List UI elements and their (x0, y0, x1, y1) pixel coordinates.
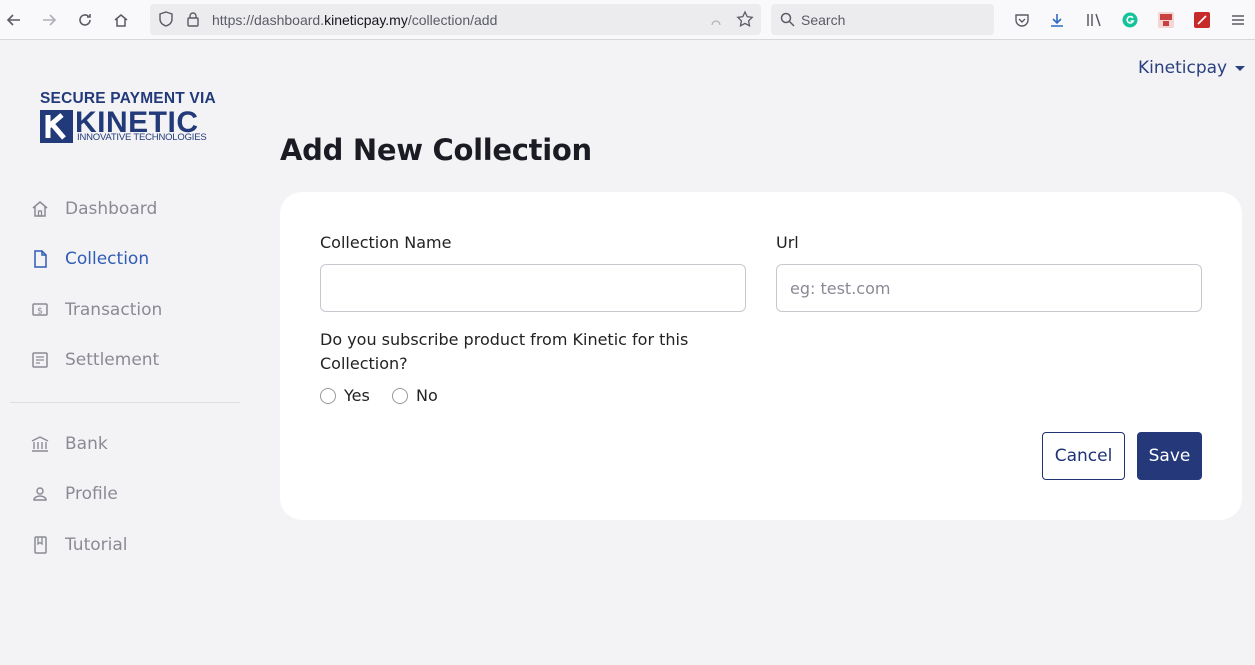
search-icon (780, 12, 795, 31)
radio-no-circle[interactable] (392, 387, 408, 404)
reload-icon[interactable] (74, 9, 96, 31)
home-icon (30, 199, 50, 219)
collection-name-label: Collection Name (320, 233, 452, 252)
save-button[interactable]: Save (1137, 432, 1202, 480)
book-icon (30, 535, 50, 555)
sidebar-item-bank[interactable]: Bank (30, 429, 108, 459)
menu-icon[interactable] (1227, 9, 1249, 31)
search-placeholder: Search (801, 12, 846, 28)
bookmark-star-icon[interactable] (736, 10, 754, 32)
radio-yes[interactable]: Yes (320, 386, 370, 405)
sidebar-item-label: Tutorial (65, 535, 128, 555)
sidebar-item-settlement[interactable]: Settlement (30, 345, 159, 375)
browser-toolbar: https://dashboard.kineticpay.my/collecti… (0, 0, 1255, 40)
sidebar-item-transaction[interactable]: $ Transaction (30, 295, 162, 325)
user-icon (30, 484, 50, 504)
sidebar-item-collection[interactable]: Collection (30, 244, 149, 274)
sidebar-item-label: Bank (65, 434, 108, 454)
download-icon[interactable] (1046, 9, 1068, 31)
sidebar-item-label: Dashboard (65, 199, 158, 219)
radio-no[interactable]: No (392, 386, 438, 405)
url-input[interactable] (776, 264, 1202, 312)
logo-tagline: INNOVATIVE TECHNOLOGIES (77, 132, 207, 143)
kinetic-logo[interactable]: SECURE PAYMENT VIA KINETIC INNOVATIVE TE… (40, 90, 216, 146)
sidebar-item-label: Profile (65, 484, 118, 504)
library-icon[interactable] (1083, 9, 1105, 31)
pocket-icon[interactable] (1011, 9, 1033, 31)
sidebar-item-label: Settlement (65, 350, 160, 370)
forward-arrow-icon[interactable] (38, 9, 60, 31)
receipt-icon (30, 350, 50, 370)
lock-icon[interactable] (186, 11, 200, 31)
user-menu-dropdown[interactable]: Kineticpay (1138, 58, 1246, 78)
sidebar-item-profile[interactable]: Profile (30, 479, 118, 509)
money-icon: $ (30, 300, 50, 320)
sidebar-item-label: Collection (65, 249, 150, 269)
caret-down-icon (1235, 65, 1246, 71)
shield-icon[interactable] (158, 11, 174, 31)
sidebar-item-label: Transaction (65, 300, 163, 320)
collection-form-card: Collection Name Url Do you subscribe pro… (280, 192, 1242, 520)
reader-icon[interactable] (710, 13, 722, 32)
back-arrow-icon[interactable] (3, 9, 25, 31)
page-title: Add New Collection (280, 133, 592, 167)
radio-yes-circle[interactable] (320, 387, 336, 404)
user-menu-label: Kineticpay (1138, 58, 1228, 78)
address-bar[interactable]: https://dashboard.kineticpay.my/collecti… (150, 4, 761, 35)
url-text[interactable]: https://dashboard.kineticpay.my/collecti… (212, 12, 497, 28)
subscribe-question: Do you subscribe product from Kinetic fo… (320, 330, 689, 373)
k-logo-icon (40, 110, 73, 143)
extension-icon[interactable] (1155, 9, 1177, 31)
sidebar-item-dashboard[interactable]: Dashboard (30, 194, 157, 224)
document-icon (30, 249, 50, 269)
bank-icon (30, 434, 50, 454)
cancel-button[interactable]: Cancel (1042, 432, 1125, 480)
radio-yes-label: Yes (344, 386, 370, 405)
grammarly-icon[interactable] (1119, 9, 1141, 31)
search-bar[interactable]: Search (771, 4, 994, 35)
radio-no-label: No (416, 386, 438, 405)
home-browser-icon[interactable] (110, 9, 132, 31)
sidebar-divider (10, 402, 240, 403)
url-label: Url (776, 233, 799, 252)
sidebar-item-tutorial[interactable]: Tutorial (30, 530, 128, 560)
pdf-extension-icon[interactable] (1191, 9, 1213, 31)
svg-text:$: $ (37, 307, 43, 317)
collection-name-input[interactable] (320, 264, 746, 312)
